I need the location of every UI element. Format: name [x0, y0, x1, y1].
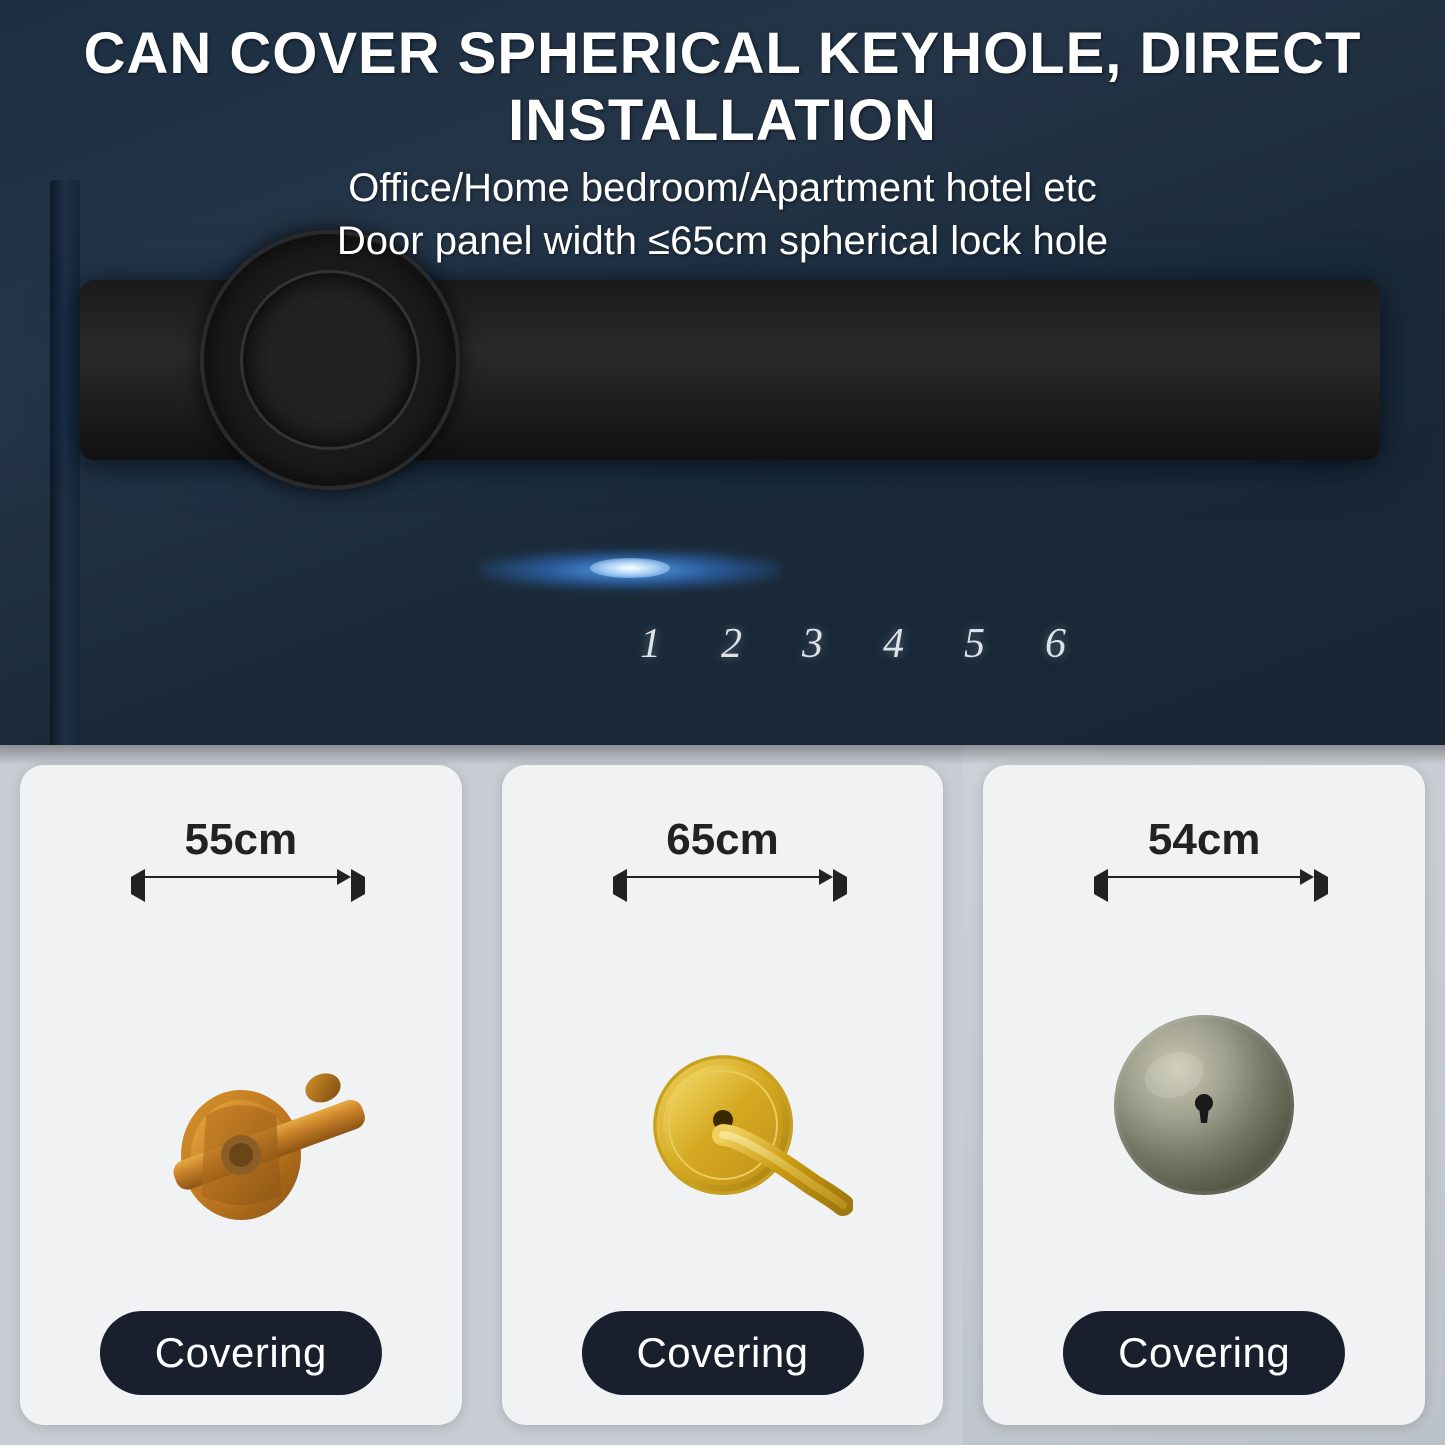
lock-num-4: 4 — [883, 620, 904, 668]
card-inner-1: 55cm — [20, 765, 462, 1425]
lock-num-2: 2 — [721, 620, 742, 668]
measurement-arrow-2 — [613, 869, 833, 885]
covering-badge-1: Covering — [100, 1311, 382, 1395]
lock-num-5: 5 — [964, 620, 985, 668]
sub-title-1: Office/Home bedroom/Apartment hotel etc — [40, 166, 1405, 211]
measurement-arrow-1 — [131, 869, 351, 885]
fingerprint-inner — [240, 270, 420, 450]
round-knob-svg — [1074, 975, 1334, 1255]
page-container: CAN COVER SPHERICAL KEYHOLE, DIRECT INST… — [0, 0, 1445, 1445]
arrow-right-1 — [337, 869, 351, 885]
measurement-1: 55cm — [131, 815, 351, 885]
lock-numbers: 1 2 3 4 5 6 — [640, 620, 1066, 668]
header-section: CAN COVER SPHERICAL KEYHOLE, DIRECT INST… — [0, 20, 1445, 264]
bronze-lever-svg — [111, 955, 371, 1275]
door-edge — [50, 180, 80, 760]
main-title: CAN COVER SPHERICAL KEYHOLE, DIRECT INST… — [40, 20, 1405, 154]
measurement-value-3: 54cm — [1148, 815, 1261, 865]
handle-area-2 — [502, 925, 944, 1305]
arrow-left-2 — [613, 869, 627, 885]
sub-title-2: Door panel width ≤65cm spherical lock ho… — [40, 219, 1405, 264]
card-inner-3: 54cm — [983, 765, 1425, 1425]
measurement-2: 65cm — [613, 815, 833, 885]
measurement-arrow-3 — [1094, 869, 1314, 885]
card-shadow-top — [0, 745, 1445, 765]
lock-glow-core — [590, 558, 670, 578]
arrow-line-2 — [627, 876, 819, 878]
card-bronze-lever: 55cm — [0, 745, 482, 1445]
measurement-value-1: 55cm — [185, 815, 298, 865]
arrow-left-1 — [131, 869, 145, 885]
covering-badge-3: Covering — [1063, 1311, 1345, 1395]
arrow-left-3 — [1094, 869, 1108, 885]
handle-area-3 — [983, 925, 1425, 1305]
card-inner-2: 65cm — [502, 765, 944, 1425]
lock-num-6: 6 — [1045, 620, 1066, 668]
card-gold-lever: 65cm — [482, 745, 964, 1445]
measurement-value-2: 65cm — [666, 815, 779, 865]
covering-badge-2: Covering — [581, 1311, 863, 1395]
fingerprint-sensor — [200, 230, 460, 490]
cards-section: 55cm — [0, 745, 1445, 1445]
card-round-knob: 54cm — [963, 745, 1445, 1445]
handle-area-1 — [20, 925, 462, 1305]
measurement-3: 54cm — [1094, 815, 1314, 885]
arrow-right-3 — [1300, 869, 1314, 885]
lock-num-3: 3 — [802, 620, 823, 668]
lock-num-1: 1 — [640, 620, 661, 668]
arrow-right-2 — [819, 869, 833, 885]
arrow-line-1 — [145, 876, 337, 878]
arrow-line-3 — [1108, 876, 1300, 878]
gold-lever-svg — [593, 945, 853, 1285]
